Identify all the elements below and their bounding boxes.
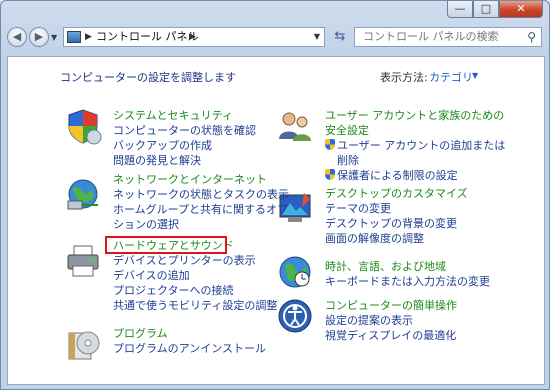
category-programs: プログラム プログラムのアンインストール	[113, 326, 266, 356]
category-ease-of-access: コンピューターの簡単操作 設定の提案の表示 視覚ディスプレイの最適化	[325, 298, 457, 343]
ease-of-access-icon	[278, 299, 312, 333]
breadcrumb-chevron-icon[interactable]: ▶	[85, 28, 92, 46]
address-bar[interactable]: ▶ コントロール パネル ▶ ▼	[63, 27, 325, 47]
users-icon	[279, 112, 311, 141]
view-by-dropdown[interactable]: カテゴリ	[429, 69, 473, 85]
window-controls: — □ ✕	[447, 1, 543, 21]
category-appearance: デスクトップのカスタマイズ テーマの変更 デスクトップの背景の変更 画面の解像度…	[325, 186, 468, 246]
shield-icon	[68, 109, 102, 145]
category-system-security: システムとセキュリティ コンピューターの状態を確認 バックアップの作成 問題の発…	[113, 108, 256, 168]
page-title: コンピューターの設定を調整します	[60, 71, 236, 84]
link-add-remove-accounts[interactable]: ユーザー アカウントの追加または	[325, 138, 505, 153]
link-parental-controls[interactable]: 保護者による制限の設定	[325, 168, 505, 183]
link-add-remove-accounts-cont[interactable]: 削除	[325, 153, 505, 168]
refresh-icon[interactable]: ⇆	[329, 27, 351, 47]
programs-icon	[68, 331, 100, 360]
link-connect-projector[interactable]: プロジェクターへの接続	[113, 283, 277, 298]
control-panel-window: — □ ✕ ◀ ▶ ▼ ▶ コントロール パネル ▶ ▼ ⇆ コントロール パネ…	[0, 0, 550, 390]
network-globe-icon	[67, 179, 98, 210]
view-by-label: 表示方法:	[380, 71, 428, 84]
link-devices-printers[interactable]: デバイスとプリンターの表示	[113, 253, 277, 268]
category-title[interactable]: 時計、言語、および地域	[325, 259, 490, 274]
minimize-button[interactable]: —	[447, 1, 473, 18]
link-homegroup-options-cont[interactable]: ションの選択	[113, 217, 289, 232]
link-add-device[interactable]: デバイスの追加	[113, 268, 277, 283]
link-label: 保護者による制限の設定	[337, 169, 458, 182]
category-clock-language-region: 時計、言語、および地域 キーボードまたは入力方法の変更	[325, 259, 490, 289]
clock-globe-icon	[279, 256, 311, 288]
category-network-internet: ネットワークとインターネット ネットワークの状態とタスクの表示 ホームグループと…	[113, 172, 289, 232]
search-placeholder: コントロール パネルの検索	[363, 30, 499, 43]
category-title[interactable]: プログラム	[113, 326, 266, 341]
category-title[interactable]: 安全設定	[325, 123, 505, 138]
category-title[interactable]: コンピューターの簡単操作	[325, 298, 457, 313]
close-button[interactable]: ✕	[499, 1, 543, 18]
control-panel-icon	[67, 31, 81, 43]
control-panel-content: コンピューターの設定を調整します 表示方法: カテゴリ ▼ システムとセキュリテ…	[7, 56, 545, 385]
link-adjust-resolution[interactable]: 画面の解像度の調整	[325, 231, 468, 246]
recent-pages-dropdown-icon[interactable]: ▼	[51, 33, 57, 42]
link-optimize-visual-display[interactable]: 視覚ディスプレイの最適化	[325, 328, 457, 343]
uac-shield-icon	[325, 169, 335, 180]
search-icon[interactable]: ⚲	[527, 28, 536, 46]
maximize-button[interactable]: □	[473, 1, 499, 18]
back-arrow-icon[interactable]: ◀	[7, 27, 27, 47]
highlight-box	[105, 236, 227, 254]
view-by-dropdown-arrow-icon[interactable]: ▼	[472, 71, 478, 80]
link-homegroup-options[interactable]: ホームグループと共有に関するオプ	[113, 202, 289, 217]
breadcrumb-control-panel[interactable]: コントロール パネル	[96, 28, 199, 46]
link-mobility-settings[interactable]: 共通で使うモビリティ設定の調整	[113, 298, 277, 313]
category-title[interactable]: デスクトップのカスタマイズ	[325, 186, 468, 201]
link-troubleshoot[interactable]: 問題の発見と解決	[113, 153, 256, 168]
forward-arrow-icon[interactable]: ▶	[29, 27, 49, 47]
address-dropdown-icon[interactable]: ▼	[314, 28, 320, 46]
link-change-background[interactable]: デスクトップの背景の変更	[325, 216, 468, 231]
link-suggested-settings[interactable]: 設定の提案の表示	[325, 313, 457, 328]
link-check-computer-status[interactable]: コンピューターの状態を確認	[113, 123, 256, 138]
breadcrumb-chevron-icon[interactable]: ▶	[189, 28, 196, 46]
link-uninstall-program[interactable]: プログラムのアンインストール	[113, 341, 266, 356]
link-change-theme[interactable]: テーマの変更	[325, 201, 468, 216]
category-title[interactable]: システムとセキュリティ	[113, 108, 256, 123]
link-label: ユーザー アカウントの追加または	[337, 139, 506, 152]
link-change-keyboard[interactable]: キーボードまたは入力方法の変更	[325, 274, 490, 289]
uac-shield-icon	[325, 139, 335, 150]
category-title[interactable]: ユーザー アカウントと家族のための	[325, 108, 505, 123]
category-user-accounts: ユーザー アカウントと家族のための 安全設定 ユーザー アカウントの追加または …	[325, 108, 505, 183]
category-title[interactable]: ネットワークとインターネット	[113, 172, 289, 187]
search-input[interactable]: コントロール パネルの検索 ⚲	[354, 27, 542, 47]
printer-icon	[67, 245, 99, 277]
navigation-toolbar: ◀ ▶ ▼ ▶ コントロール パネル ▶ ▼ ⇆ コントロール パネルの検索 ⚲	[1, 23, 549, 53]
link-create-backup[interactable]: バックアップの作成	[113, 138, 256, 153]
link-network-status[interactable]: ネットワークの状態とタスクの表示	[113, 187, 289, 202]
